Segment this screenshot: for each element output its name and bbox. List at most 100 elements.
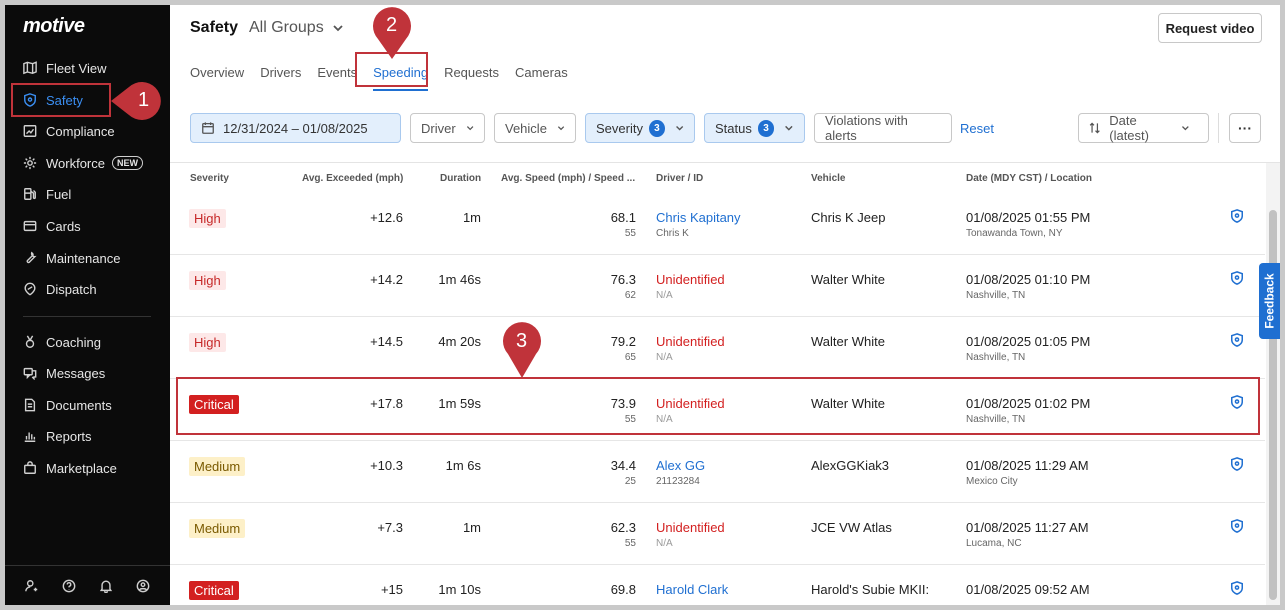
fuel-pump-icon <box>24 188 36 200</box>
severity-count-badge: 3 <box>648 119 665 137</box>
speed-limit-value: 55 <box>624 228 636 239</box>
driver-id: Chris K <box>656 228 689 239</box>
table-row[interactable]: High +14.2 1m 46s 76.3 62 Unidentified N… <box>170 255 1265 317</box>
duration-value: 1m <box>462 210 481 225</box>
sort-select[interactable]: Date (latest) <box>1078 113 1209 143</box>
event-date: 01/08/2025 11:27 AM <box>966 520 1089 535</box>
exceeded-value: +12.6 <box>370 210 403 225</box>
sidebar-item-reports[interactable]: Reports <box>23 425 92 447</box>
tab-cameras[interactable]: Cameras <box>515 65 568 91</box>
sidebar-item-cards[interactable]: Cards <box>23 215 81 237</box>
table-row[interactable]: Critical +15 1m 10s 69.8 Harold Clark Ha… <box>170 565 1265 605</box>
sidebar-item-label: Fleet View <box>46 60 107 76</box>
vehicle-filter[interactable]: Vehicle <box>494 113 576 143</box>
tab-requests[interactable]: Requests <box>444 65 499 91</box>
bell-icon[interactable] <box>99 579 113 593</box>
event-location: Nashville, TN <box>966 352 1026 363</box>
col-vehicle[interactable]: Vehicle <box>811 173 845 184</box>
status-count-badge: 3 <box>757 119 775 137</box>
table-row[interactable]: High +12.6 1m 68.1 55 Chris Kapitany Chr… <box>170 193 1265 255</box>
sidebar-item-workforce[interactable]: Workforce NEW <box>23 152 143 174</box>
shield-icon[interactable] <box>1230 209 1244 223</box>
dispatch-icon <box>24 282 36 296</box>
annotation-highlight-critical-row <box>176 377 1260 435</box>
event-location: Mexico City <box>966 476 1018 487</box>
event-location: Lucama, NC <box>966 538 1022 549</box>
driver-link[interactable]: Chris Kapitany <box>656 210 741 225</box>
annotation-number-2: 2 <box>386 14 398 36</box>
severity-filter-label: Severity <box>596 120 643 136</box>
app-window: motive Fleet View Safety Compliance Work… <box>5 5 1280 605</box>
col-driver[interactable]: Driver / ID <box>656 173 703 184</box>
group-label: All Groups <box>249 19 324 36</box>
shield-icon[interactable] <box>1230 333 1244 347</box>
sidebar-item-maintenance[interactable]: Maintenance <box>23 247 120 269</box>
table-row[interactable]: High +14.5 4m 20s 79.2 65 Unidentified N… <box>170 317 1265 379</box>
avg-speed-value: 76.3 <box>610 272 636 287</box>
vehicle-name: Chris K Jeep <box>811 210 886 225</box>
profile-icon[interactable] <box>136 579 150 593</box>
event-date: 01/08/2025 01:55 PM <box>966 210 1091 225</box>
duration-value: 1m <box>462 520 481 535</box>
shield-icon[interactable] <box>1230 271 1244 285</box>
sidebar-item-label: Maintenance <box>46 250 121 266</box>
request-video-button[interactable]: Request video <box>1158 13 1262 43</box>
sidebar-item-label: Workforce <box>46 155 105 171</box>
vehicle-name: Harold's Subie MKII: <box>811 582 930 597</box>
tab-events[interactable]: Events <box>317 65 357 91</box>
driver-filter[interactable]: Driver <box>410 113 485 143</box>
reset-link[interactable]: Reset <box>960 121 994 136</box>
medal-icon <box>25 335 35 348</box>
violations-with-alerts-toggle[interactable]: Violations with alerts <box>814 113 952 143</box>
sidebar-item-marketplace[interactable]: Marketplace <box>23 457 117 479</box>
date-range-filter[interactable]: 12/31/2024 – 01/08/2025 <box>190 113 401 143</box>
severity-badge: High <box>189 209 226 228</box>
sidebar-item-dispatch[interactable]: Dispatch <box>23 278 97 300</box>
col-avg-exceeded[interactable]: Avg. Exceeded (mph) <box>302 173 403 184</box>
tab-drivers[interactable]: Drivers <box>260 65 301 91</box>
group-selector[interactable]: All Groups <box>249 19 344 37</box>
driver-name[interactable]: Unidentified <box>656 520 725 535</box>
help-icon[interactable] <box>62 579 76 593</box>
table-top-border <box>170 162 1280 163</box>
col-date-location[interactable]: Date (MDY CST) / Location <box>966 173 1092 184</box>
motive-logo[interactable]: motive <box>23 15 85 38</box>
col-severity[interactable]: Severity <box>190 173 229 184</box>
col-avg-speed[interactable]: Avg. Speed (mph) / Speed ... <box>501 173 635 184</box>
sidebar-divider <box>23 316 151 317</box>
sidebar-item-coaching[interactable]: Coaching <box>23 331 101 353</box>
user-settings-icon[interactable] <box>24 579 39 593</box>
sidebar-item-compliance[interactable]: Compliance <box>23 120 115 142</box>
annotation-number-3: 3 <box>516 330 528 352</box>
shield-icon[interactable] <box>1230 581 1244 595</box>
sidebar-item-label: Fuel <box>46 186 72 202</box>
driver-name[interactable]: Unidentified <box>656 334 725 349</box>
sidebar-item-fleet-view[interactable]: Fleet View <box>23 57 106 79</box>
sidebar-item-fuel[interactable]: Fuel <box>23 183 71 205</box>
driver-link[interactable]: Harold Clark <box>656 582 728 597</box>
shield-icon[interactable] <box>1230 457 1244 471</box>
status-filter[interactable]: Status 3 <box>704 113 805 143</box>
table-row[interactable]: Medium +7.3 1m 62.3 55 Unidentified N/A … <box>170 503 1265 565</box>
document-chart-icon <box>23 125 37 137</box>
feedback-tab[interactable]: Feedback <box>1259 263 1280 339</box>
driver-id: N/A <box>656 290 673 301</box>
more-options-button[interactable]: ··· <box>1229 113 1261 143</box>
sidebar-item-documents[interactable]: Documents <box>23 394 112 416</box>
col-duration[interactable]: Duration <box>440 173 481 184</box>
driver-name[interactable]: Unidentified <box>656 272 725 287</box>
shield-icon[interactable] <box>1230 519 1244 533</box>
avg-speed-value: 62.3 <box>610 520 636 535</box>
severity-filter[interactable]: Severity 3 <box>585 113 695 143</box>
tab-overview[interactable]: Overview <box>190 65 244 91</box>
driver-id: 21123284 <box>656 476 700 487</box>
chevron-down-icon <box>466 126 474 131</box>
sidebar-item-messages[interactable]: Messages <box>23 362 105 384</box>
date-range-label: 12/31/2024 – 01/08/2025 <box>223 120 368 136</box>
driver-link[interactable]: Alex GG <box>656 458 705 473</box>
vehicle-name: JCE VW Atlas <box>811 520 892 535</box>
sidebar-item-label: Marketplace <box>46 460 117 476</box>
duration-value: 4m 20s <box>438 334 481 349</box>
vehicle-filter-label: Vehicle <box>505 120 547 136</box>
table-row[interactable]: Medium +10.3 1m 6s 34.4 25 Alex GG 21123… <box>170 441 1265 503</box>
